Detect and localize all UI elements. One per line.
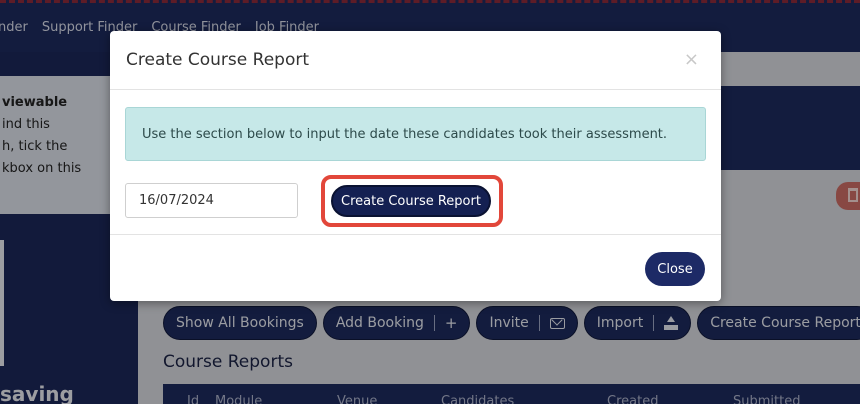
modal-header: Create Course Report	[110, 31, 721, 90]
modal-footer: Close	[110, 234, 721, 301]
info-alert: Use the section below to input the date …	[125, 107, 706, 161]
close-button[interactable]: Close	[645, 252, 705, 286]
create-course-report-button[interactable]: Create Course Report	[331, 185, 491, 217]
close-icon[interactable]: ×	[684, 49, 699, 70]
assessment-date-input[interactable]	[125, 183, 298, 218]
create-course-report-modal: Create Course Report × Use the section b…	[110, 31, 721, 301]
alert-text: Use the section below to input the date …	[142, 126, 668, 142]
modal-title: Create Course Report	[126, 50, 309, 70]
